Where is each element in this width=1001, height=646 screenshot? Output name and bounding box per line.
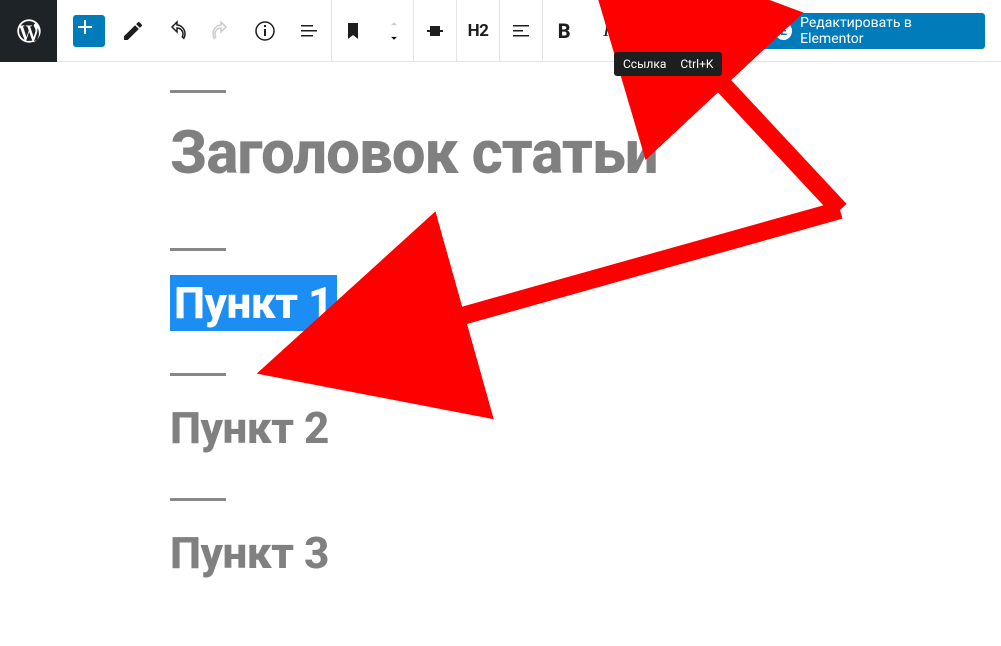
redo-icon xyxy=(209,19,233,43)
undo-button[interactable] xyxy=(155,0,199,62)
italic-label: I xyxy=(603,19,610,42)
chevron-up-icon xyxy=(385,17,403,31)
separator xyxy=(170,248,226,251)
text-align-button[interactable] xyxy=(500,0,542,62)
link-tooltip: Ссылка Ctrl+K xyxy=(614,52,722,76)
heading-label: H2 xyxy=(468,21,489,41)
pencil-icon xyxy=(121,19,145,43)
heading-block-3[interactable]: Пункт 3 xyxy=(170,498,941,579)
heading-block-2[interactable]: Пункт 2 xyxy=(170,373,941,454)
info-button[interactable] xyxy=(243,0,287,62)
separator xyxy=(170,498,226,501)
outline-icon xyxy=(297,19,321,43)
undo-icon xyxy=(165,19,189,43)
chevron-down-icon xyxy=(679,19,703,43)
edit-elementor-button[interactable]: E Редактировать в Elementor xyxy=(761,13,985,49)
separator xyxy=(170,373,226,376)
add-block-button[interactable] xyxy=(73,15,105,47)
heading-block-1[interactable]: Пункт 1 xyxy=(170,248,941,329)
plus-icon xyxy=(73,15,97,39)
toolbar-left-group xyxy=(57,0,331,61)
heading-text[interactable]: Пункт 1 xyxy=(170,275,337,331)
editor-content: Заголовок статьи Пункт 1 Пункт 2 Пункт 3 xyxy=(170,90,941,623)
elementor-icon: E xyxy=(775,22,792,40)
bold-label: B xyxy=(558,19,571,43)
redo-button[interactable] xyxy=(199,0,243,62)
align-width-button[interactable] xyxy=(414,0,456,62)
elementor-label: Редактировать в Elementor xyxy=(800,15,971,47)
heading-text[interactable]: Пункт 3 xyxy=(170,527,329,579)
tooltip-label: Ссылка xyxy=(623,57,666,71)
align-center-icon xyxy=(423,19,447,43)
tooltip-shortcut: Ctrl+K xyxy=(680,57,713,71)
chevron-down-icon xyxy=(385,31,403,45)
edit-mode-button[interactable] xyxy=(111,0,155,62)
post-title[interactable]: Заголовок статьи xyxy=(170,117,941,188)
align-left-icon xyxy=(509,19,533,43)
bold-button[interactable]: B xyxy=(543,0,585,62)
wordpress-icon xyxy=(15,17,43,45)
heading-text[interactable]: Пункт 2 xyxy=(170,402,329,454)
separator xyxy=(170,90,226,93)
link-icon xyxy=(636,19,660,43)
bookmark-button[interactable] xyxy=(332,0,374,62)
heading-level-button[interactable]: H2 xyxy=(457,0,499,62)
editor-toolbar: H2 B I E Редактировать в Elementor xyxy=(0,0,1001,62)
wordpress-logo[interactable] xyxy=(0,0,57,62)
info-icon xyxy=(253,19,277,43)
move-updown-buttons[interactable] xyxy=(375,0,413,62)
bookmark-icon xyxy=(341,19,365,43)
list-view-button[interactable] xyxy=(287,0,331,62)
kebab-icon xyxy=(713,11,751,49)
